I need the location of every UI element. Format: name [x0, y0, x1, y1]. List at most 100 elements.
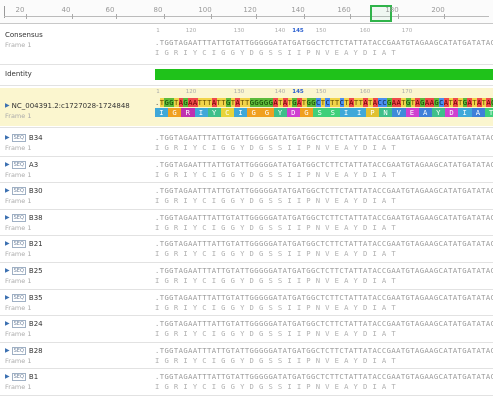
amino-acid-cell: S: [326, 108, 340, 117]
ruler-tick-label: 170: [401, 28, 413, 34]
identity-bar: [155, 69, 493, 80]
sequence-type-icon: SEQ: [11, 160, 26, 169]
overview-tick-mark: [444, 14, 445, 19]
amino-acid-cell: Y: [207, 108, 221, 117]
amino-acid-cell: C: [220, 108, 235, 117]
amino-acid-cell: D: [445, 108, 459, 117]
sequence-track[interactable]: .TGGTAGAATTTATTGTATTGGGGGATATGATGGCTCTTC…: [155, 290, 493, 317]
sequence-label[interactable]: ▶ SEQ B1 Frame 1: [0, 372, 155, 392]
sequence-type-icon: SEQ: [11, 240, 26, 249]
sequence-frame: Frame 1: [5, 170, 32, 179]
reference-name: NC_004391.2:c1727028-1724848: [11, 102, 130, 110]
reference-label[interactable]: ▶ NC_004391.2:c1727028-1724848 Frame 1: [0, 101, 155, 121]
ruler-tick-label: 145: [292, 89, 304, 95]
consensus-translation: I G R I Y C I G G Y D G S S I I P N V E …: [155, 48, 397, 57]
amino-acid-cell: A: [418, 108, 432, 117]
sequence-track[interactable]: .TGGTAGAATTTATTGTATTGGGGGATATGATGGCTCTTC…: [155, 369, 493, 396]
sequence-label[interactable]: ▶ SEQ B25 Frame 1: [0, 266, 155, 286]
amino-acid-cell: G: [168, 108, 182, 117]
amino-acid-cell: G: [247, 108, 261, 117]
sequence-track[interactable]: .TGGTAGAATTTATTGTATTGGGGGATATGATGGCTCTTC…: [155, 263, 493, 290]
overview-tick-label: 60: [105, 6, 115, 14]
sequence-label[interactable]: ▶ SEQ B21 Frame 1: [0, 239, 155, 259]
overview-tick-mark: [26, 14, 27, 19]
sequence-translation: I G R I Y C I G G Y D G S S I I P N V E …: [155, 276, 397, 285]
consensus-label[interactable]: Consensus Frame 1: [0, 30, 155, 50]
expand-triangle-icon[interactable]: ▶: [5, 293, 10, 303]
sequence-name: B24: [28, 320, 43, 329]
sequence-frame: Frame 1: [5, 330, 32, 339]
expand-triangle-icon[interactable]: ▶: [5, 101, 10, 111]
expand-triangle-icon[interactable]: ▶: [5, 239, 10, 249]
ruler-tick-label: 120: [185, 89, 197, 95]
sequence-bases: .TGGTAGAATTTATTGTATTGGGGGATATGATGGCTCTTC…: [155, 372, 493, 382]
sequence-label[interactable]: ▶ SEQ B24 Frame 1: [0, 319, 155, 339]
sequence-track[interactable]: .TGGTAGAATTTATTGTATTGGGGGATATGATGGCTCTTC…: [155, 210, 493, 237]
sequence-bases: .TGGTAGAATTTATTGTATTGGGGGATATGATGGCTCTTC…: [155, 319, 493, 329]
sequence-type-icon: SEQ: [11, 187, 26, 196]
amino-acid-cell: I: [155, 108, 169, 117]
sequence-label[interactable]: ▶ SEQ B35 Frame 1: [0, 293, 155, 313]
sequence-frame: Frame 1: [5, 383, 32, 392]
sequence-label[interactable]: ▶ SEQ B38 Frame 1: [0, 213, 155, 233]
amino-acid-cell: I: [458, 108, 472, 117]
sequence-name: B34: [28, 134, 43, 142]
identity-label: Identity: [0, 69, 155, 79]
expand-triangle-icon[interactable]: ▶: [5, 213, 10, 223]
overview-tick-mark: [211, 14, 212, 19]
identity-name: Identity: [5, 70, 32, 78]
sequence-track[interactable]: .TGGTAGAATTTATTGTATTGGGGGATATGATGGCTCTTC…: [155, 236, 493, 263]
sequence-track[interactable]: .TGGTAGAATTTATTGTATTGGGGGATATGATGGCTCTTC…: [155, 183, 493, 210]
amino-acid-cell: E: [405, 108, 419, 117]
reference-track[interactable]: 1 120 130 140 145 150 160 170 .TGGTAGAATTTATTGT…: [155, 88, 493, 126]
sequence-bases: .TGGTAGAATTTATTGTATTGGGGGATATGATGGCTCTTC…: [155, 292, 493, 302]
sequence-bases: .TGGTAGAATTTATTGTATTGGGGGATATGATGGCTCTTC…: [155, 133, 493, 142]
expand-triangle-icon[interactable]: ▶: [5, 266, 10, 276]
amino-acid-cell: R: [181, 108, 195, 117]
sequence-name: A3: [28, 160, 39, 169]
sequence-label[interactable]: ▶ SEQ B30 Frame 1: [0, 186, 155, 206]
expand-triangle-icon[interactable]: ▶: [5, 372, 10, 382]
sequence-track[interactable]: .TGGTAGAATTTATTGTATTGGGGGATATGATGGCTCTTC…: [155, 157, 493, 184]
sequence-label[interactable]: ▶ SEQ A3 Frame 1: [0, 160, 155, 180]
overview-tick-mark: [72, 14, 73, 19]
ruler-tick-label: 145: [292, 28, 304, 34]
sequence-bases: .TGGTAGAATTTATTGTATTGGGGGATATGATGGCTCTTC…: [155, 345, 493, 355]
sequence-track[interactable]: .TGGTAGAATTTATTGTATTGGGGGATATGATGGCTCTTC…: [155, 130, 493, 157]
sequence-translation: I G R I Y C I G G Y D G S S I I P N V E …: [155, 249, 397, 259]
expand-triangle-icon[interactable]: ▶: [5, 160, 10, 170]
sequence-label[interactable]: ▶ SEQ B34 Frame 1: [0, 133, 155, 153]
consensus-sequence: .TGGTAGAATTTATTGTATTGGGGGATATGATGGCTCTTC…: [155, 38, 493, 47]
ruler-tick-label: 130: [233, 89, 245, 95]
overview-tick-label: 160: [337, 6, 351, 14]
amino-acid-cell: N: [379, 108, 393, 117]
consensus-frame: Frame 1: [5, 41, 32, 49]
overview-tick-label: 100: [198, 6, 212, 14]
overview-track: [4, 16, 489, 17]
reference-frame: Frame 1: [5, 112, 32, 120]
ruler-tick-label: 150: [315, 89, 327, 95]
expand-triangle-icon[interactable]: ▶: [5, 133, 10, 143]
sequence-name: B21: [28, 240, 43, 249]
expand-triangle-icon[interactable]: ▶: [5, 346, 10, 356]
overview-tick-mark: [398, 14, 399, 19]
sequence-label[interactable]: ▶ SEQ B28 Frame 1: [0, 346, 155, 366]
overview-tick-mark: [304, 14, 305, 19]
sequence-ruler: 1 120 130 140 145 150 160 170: [155, 89, 493, 97]
sequence-frame: Frame 1: [5, 197, 32, 206]
amino-acid-cell: I: [352, 108, 366, 117]
sequence-track[interactable]: .TGGTAGAATTTATTGTATTGGGGGATATGATGGCTCTTC…: [155, 316, 493, 343]
overview-tick-label: 120: [243, 6, 257, 14]
sequence-type-icon: SEQ: [11, 320, 26, 329]
amino-acid-cell: I: [339, 108, 353, 117]
overview-tick-label: 40: [61, 6, 71, 14]
overview-ruler[interactable]: 20 40 60 80 100 120 140 160 180 200: [0, 0, 493, 24]
expand-triangle-icon[interactable]: ▶: [5, 319, 10, 329]
consensus-track[interactable]: 1 120 130 140 145 150 160 170 .TGGTAGAATTTATTGT…: [155, 27, 493, 65]
expand-triangle-icon[interactable]: ▶: [5, 186, 10, 196]
sequence-translation: I G R I Y C I G G Y D G S S I I P N V E …: [155, 196, 397, 206]
amino-acid-cell: G: [260, 108, 274, 117]
sequence-name: B1: [28, 373, 39, 382]
sequence-track[interactable]: .TGGTAGAATTTATTGTATTGGGGGATATGATGGCTCTTC…: [155, 343, 493, 370]
ruler-tick-label: 120: [185, 28, 197, 34]
